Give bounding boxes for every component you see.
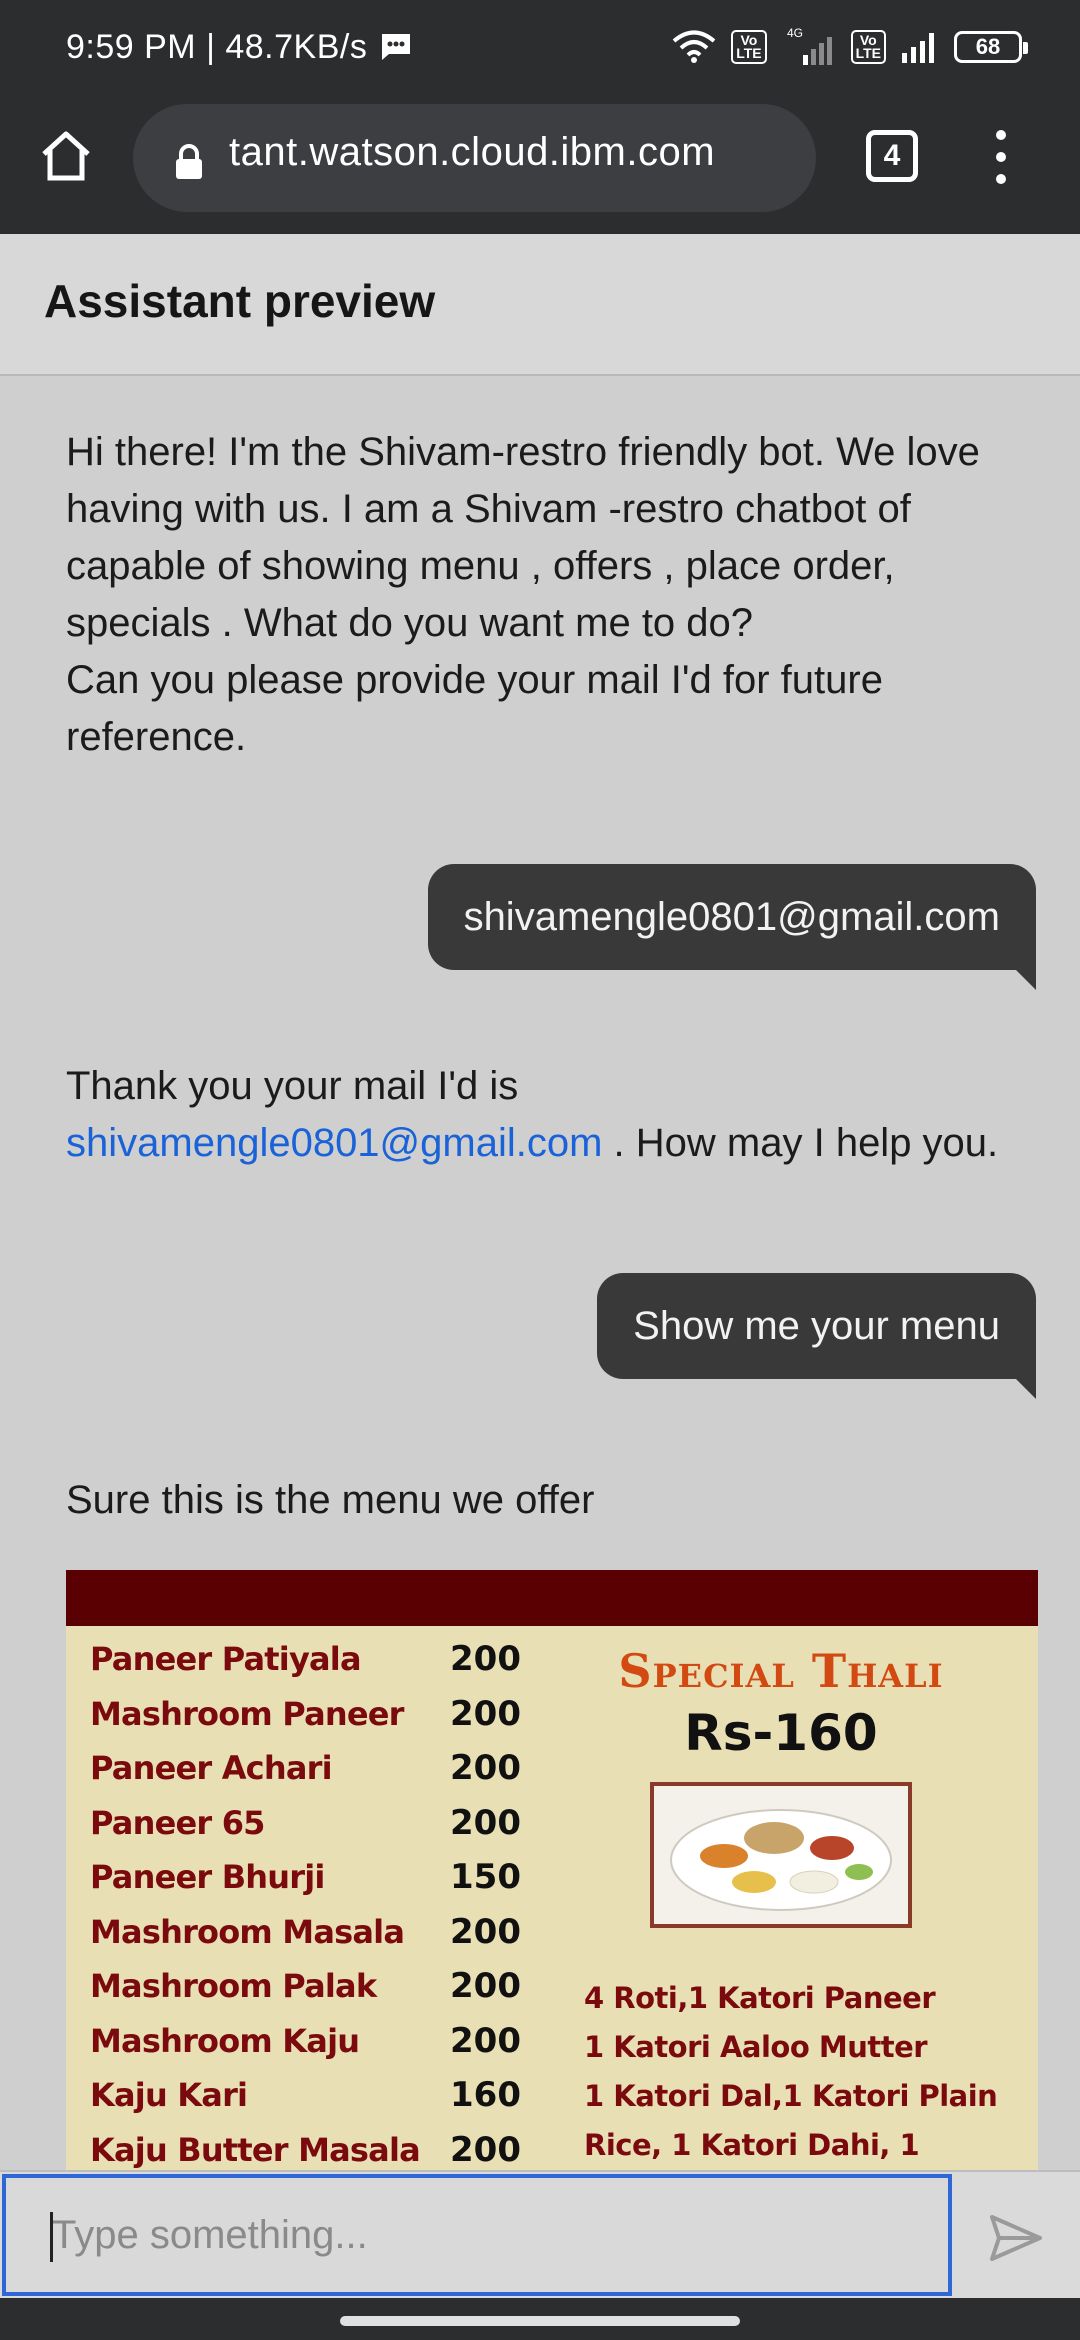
menu-item-price: 200 (450, 1693, 521, 1734)
menu-item-price: 200 (450, 1966, 521, 2007)
thali-line: Rice, 1 Katori Dahi, 1 Sweet (584, 2128, 920, 2162)
bot-message-confirm-email: Thank you your mail I'd is shivamengle08… (66, 1058, 1026, 1172)
bot-message-text: . How may I help you. (602, 1121, 999, 1165)
thali-line: 4 Roti,1 Katori Paneer (584, 1981, 936, 2015)
menu-item-name: Kaju Kari (90, 2076, 248, 2115)
menu-item-price: 150 (450, 1857, 521, 1898)
status-time: 9:59 PM | 48.7KB/s (66, 28, 413, 67)
tab-switcher-button[interactable]: 4 (866, 130, 918, 182)
volte-badge-1: Vo LTE (731, 30, 767, 64)
menu-item-price: 200 (450, 2129, 521, 2170)
menu-item-name: Paneer 65 (90, 1803, 265, 1842)
home-icon (42, 131, 90, 181)
thali-plate-illustration (654, 1786, 908, 1924)
menu-item: Paneer 65 200 (90, 1796, 530, 1851)
lock-icon (176, 144, 202, 179)
special-thali-title: Special Thali (618, 1644, 944, 1698)
browser-toolbar: tant.watson.cloud.ibm.com 4 (0, 96, 1080, 234)
menu-item-price: 200 (450, 1802, 521, 1843)
signal-icon (902, 33, 934, 63)
assistant-header: Assistant preview (0, 234, 1080, 376)
menu-item-name: Paneer Achari (90, 1749, 333, 1788)
menu-item: Paneer Patiyala 200 (90, 1632, 530, 1687)
message-composer (0, 2170, 1080, 2298)
menu-image[interactable]: Paneer Patiyala 200 Mashroom Paneer 200 Pa… (66, 1570, 1038, 2170)
menu-item-name: Mashroom Palak (90, 1967, 377, 2006)
menu-item-price: 200 (450, 1911, 521, 1952)
bot-message-greeting: Hi there! I'm the Shivam-restro friendly… (66, 430, 980, 759)
battery-icon: 68 (954, 31, 1028, 63)
browser-menu-button[interactable] (986, 130, 1016, 184)
menu-item-price: 200 (450, 2020, 521, 2061)
bot-message-menu-intro: Sure this is the menu we offer (66, 1478, 595, 1522)
user-message-email: shivamengle0801@gmail.com (427, 864, 1037, 990)
clock: 9:59 PM (66, 28, 197, 66)
home-button[interactable] (34, 124, 98, 188)
volte-badge-2: Vo LTE (850, 30, 886, 64)
bot-message-text: Thank you your mail I'd is (66, 1064, 519, 1108)
menu-item-price: 200 (450, 1748, 521, 1789)
thali-line: 1 Katori Aaloo Mutter (584, 2030, 928, 2064)
status-icons: Vo LTE 4G Vo LTE 68 (671, 24, 1028, 70)
wifi-icon (672, 30, 716, 63)
menu-item-price: 160 (450, 2075, 521, 2116)
page-title: Assistant preview (44, 275, 436, 327)
system-navigation-bar (0, 2298, 1080, 2340)
battery-level: 68 (975, 34, 1001, 59)
special-thali-description: 4 Roti,1 Katori Paneer 1 Katori Aaloo Mu… (584, 1974, 1024, 2170)
menu-image-banner (66, 1570, 1038, 1626)
signal-4g-icon: 4G (787, 27, 832, 65)
more-dot (996, 130, 1006, 140)
address-bar[interactable]: tant.watson.cloud.ibm.com (133, 104, 816, 212)
menu-item-name: Paneer Patiyala (90, 1640, 362, 1679)
send-button[interactable] (980, 2202, 1052, 2274)
menu-item: Paneer Bhurji 150 (90, 1850, 530, 1905)
status-bar: 9:59 PM | 48.7KB/s Vo LTE 4G Vo LTE 68 (0, 0, 1080, 96)
thali-line: 1 Katori Dal,1 Katori Plain (584, 2079, 998, 2113)
menu-item-list: Paneer Patiyala 200 Mashroom Paneer 200 Pa… (90, 1632, 530, 2170)
menu-item: Kaju Kari 160 (90, 2068, 530, 2123)
menu-item: Mashroom Masala 200 (90, 1905, 530, 1960)
network-type-label: 4G (787, 27, 803, 40)
more-dot (996, 174, 1006, 184)
message-input[interactable] (2, 2174, 952, 2296)
menu-item-name: Mashroom Masala (90, 1912, 405, 1951)
tab-count: 4 (883, 139, 901, 172)
thali-photo (650, 1782, 912, 1928)
menu-item: Kaju Butter Masala 200 (90, 2123, 530, 2171)
menu-item-name: Paneer Bhurji (90, 1858, 325, 1897)
url-text: tant.watson.cloud.ibm.com (229, 130, 716, 174)
menu-item-name: Kaju Butter Masala (90, 2130, 421, 2169)
send-icon (990, 2215, 1042, 2261)
menu-item: Mashroom Kaju 200 (90, 2014, 530, 2069)
user-message-menu-request: Show me your menu (597, 1273, 1036, 1399)
menu-item-price: 200 (450, 1639, 521, 1680)
home-gesture-handle[interactable] (340, 2316, 740, 2326)
chat-transcript[interactable]: Hi there! I'm the Shivam-restro friendly… (0, 378, 1080, 2170)
text-caret (50, 2212, 53, 2262)
email-link[interactable]: shivamengle0801@gmail.com (66, 1121, 602, 1165)
message-notification-icon (382, 34, 411, 60)
menu-item: Mashroom Paneer 200 (90, 1687, 530, 1742)
menu-item-name: Mashroom Kaju (90, 2021, 360, 2060)
menu-item: Mashroom Palak 200 (90, 1959, 530, 2014)
menu-item: Paneer Achari 200 (90, 1741, 530, 1796)
menu-item-name: Mashroom Paneer (90, 1694, 404, 1733)
more-dot (996, 152, 1006, 162)
network-speed: 48.7KB/s (225, 28, 368, 66)
special-thali-price: Rs-160 (684, 1704, 878, 1762)
